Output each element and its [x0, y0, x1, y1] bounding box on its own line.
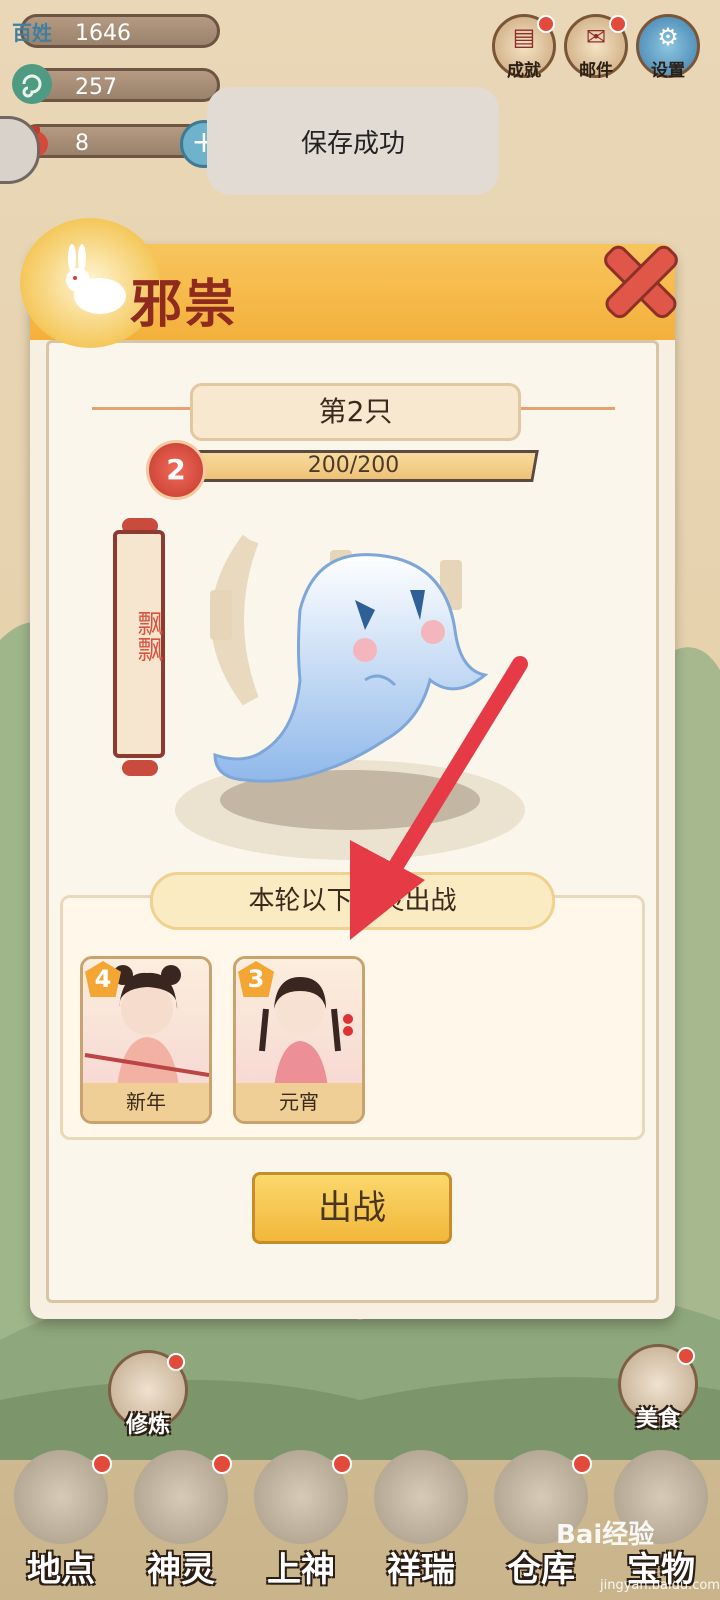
beast-icon [374, 1450, 468, 1544]
watermark-url: jingyan.baidu.com [600, 1578, 720, 1593]
toast-message: 保存成功 [207, 87, 499, 195]
cultivate-button[interactable]: 修炼 [108, 1350, 188, 1438]
decor-line [92, 407, 190, 410]
population-value: 1646 [75, 21, 131, 46]
baixing-icon-text: 百姓 [12, 20, 52, 45]
mail-label: 邮件 [579, 61, 613, 81]
achievement-label: 成就 [507, 61, 541, 81]
deity-card-name: 新年 [83, 1083, 209, 1121]
jade-value: 257 [75, 75, 117, 100]
nav-auspicious[interactable]: 祥瑞 [366, 1450, 476, 1590]
monster-count-label: 第2只 [190, 383, 521, 441]
nav-auspicious-label: 祥瑞 [387, 1550, 455, 1590]
notification-dot [212, 1454, 232, 1474]
annotation-arrow-icon [350, 656, 528, 940]
food-button[interactable]: 美食 [618, 1344, 698, 1432]
monster-name-scroll: 飘飘 [113, 530, 165, 758]
notification-dot [609, 15, 627, 33]
gear-icon: ⚙ [657, 23, 679, 51]
nav-deity-label: 神灵 [147, 1550, 215, 1590]
notification-dot [167, 1353, 185, 1371]
scroll-bottom-cap [122, 760, 158, 776]
fight-button[interactable]: 出战 [252, 1172, 452, 1244]
nav-location-label: 地点 [27, 1550, 95, 1590]
notification-dot [332, 1454, 352, 1474]
level-badge: 2 [146, 440, 206, 500]
dialog-title: 邪祟 [130, 274, 239, 335]
settings-label: 设置 [651, 61, 685, 81]
deity-card-name: 元宵 [236, 1083, 362, 1121]
spiral-jade-icon [8, 60, 56, 108]
baixing-icon: 百姓 [8, 7, 56, 55]
notification-dot [537, 15, 555, 33]
money-value: 8 [75, 131, 89, 156]
nav-deity[interactable]: 神灵 [126, 1450, 236, 1590]
notification-dot [677, 1347, 695, 1365]
nav-high-deity[interactable]: 上神 [246, 1450, 356, 1590]
nav-high-deity-label: 上神 [267, 1550, 335, 1590]
settings-button[interactable]: ⚙ 设置 [636, 14, 700, 81]
deity-card[interactable]: 3 元宵 [233, 956, 365, 1124]
hp-text: 200/200 [307, 453, 400, 478]
watermark: Bai经验 [556, 1520, 655, 1550]
nav-location[interactable]: 地点 [6, 1450, 116, 1590]
notification-dot [92, 1454, 112, 1474]
monster-name: 飘飘 [133, 610, 163, 662]
food-label: 美食 [635, 1407, 680, 1432]
notification-dot [572, 1454, 592, 1474]
cultivate-label: 修炼 [125, 1413, 170, 1438]
deity-card[interactable]: 4 新年 [80, 956, 212, 1124]
decor-line [515, 407, 615, 410]
achievement-button[interactable]: ▤ 成就 [492, 14, 556, 81]
mail-button[interactable]: ✉ 邮件 [564, 14, 628, 81]
